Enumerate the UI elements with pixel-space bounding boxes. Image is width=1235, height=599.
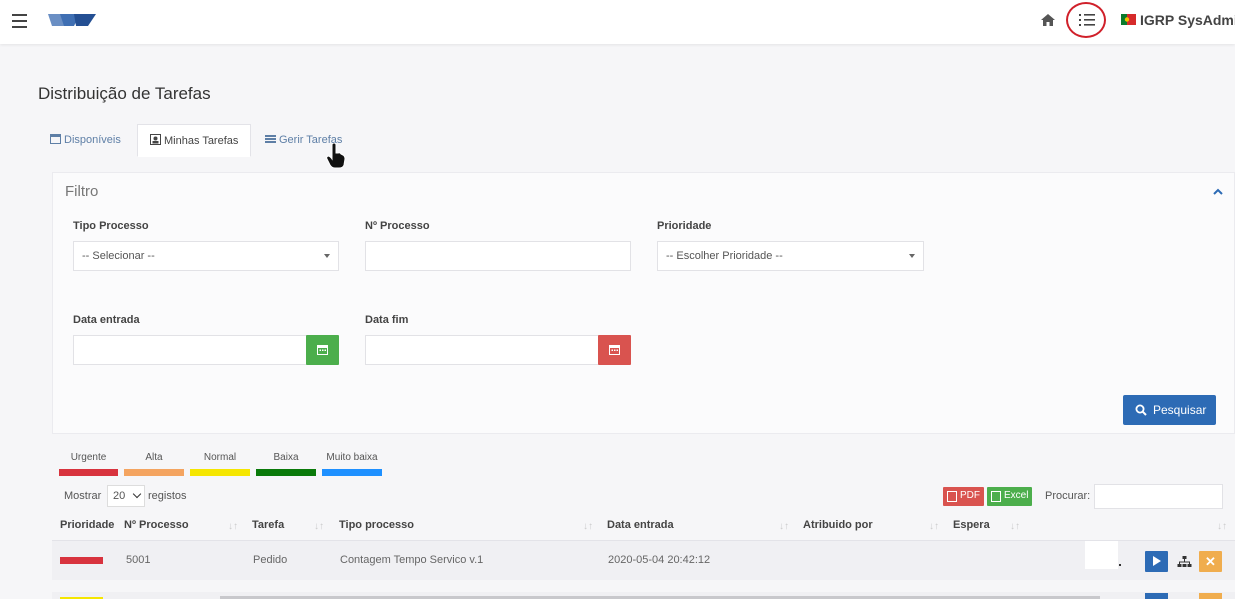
table-search-input[interactable]: [1094, 484, 1223, 509]
sort-icon[interactable]: ↓↑: [779, 521, 789, 532]
list-icon: [265, 135, 276, 143]
remove-task-button[interactable]: ✕: [1199, 551, 1222, 572]
page-title: Distribuição de Tarefas: [38, 84, 211, 103]
cell-numero-processo: 5001: [126, 554, 151, 566]
legend-color-bar: [190, 469, 250, 476]
legend-color-bar: [124, 469, 184, 476]
sort-icon[interactable]: ↓↑: [228, 521, 238, 532]
records-label: registos: [148, 490, 187, 502]
igrp-logo[interactable]: [46, 12, 98, 28]
tab-disponiveis[interactable]: Disponíveis: [38, 124, 133, 157]
data-fim-calendar-button[interactable]: [598, 335, 631, 365]
user-card-icon: [150, 134, 161, 145]
calendar-icon: [609, 345, 620, 355]
table-row-partial: [52, 592, 1235, 599]
sort-icon[interactable]: ↓↑: [929, 521, 939, 532]
filter-panel: Filtro Tipo Processo -- Selecionar -- Nº…: [52, 172, 1235, 434]
search-icon: [1135, 404, 1147, 416]
highlight-circle-annotation: [1066, 2, 1106, 38]
legend-label: Urgente: [70, 452, 107, 463]
legend-urgente: Urgente: [59, 452, 118, 476]
legend-color-bar: [59, 469, 118, 476]
tab-label: Minhas Tarefas: [164, 135, 239, 147]
caret-down-icon: [324, 254, 330, 258]
page-size-select[interactable]: 20: [107, 485, 145, 507]
pesquisar-label: Pesquisar: [1153, 403, 1207, 417]
chevron-down-icon: [132, 489, 142, 499]
show-label: Mostrar: [64, 490, 102, 502]
data-fim-label: Data fim: [365, 314, 409, 326]
calendar-icon: [50, 134, 61, 144]
pesquisar-button[interactable]: Pesquisar: [1123, 395, 1216, 425]
legend-color-bar: [256, 469, 316, 476]
action-cell-background: [1085, 541, 1118, 569]
numero-processo-input[interactable]: [365, 241, 631, 271]
pdf-file-icon: [947, 491, 957, 502]
table-row[interactable]: 5001 Pedido Contagem Tempo Servico v.1 2…: [52, 540, 1235, 580]
priority-bar-urgente: [60, 557, 103, 564]
tab-minhas-tarefas[interactable]: Minhas Tarefas: [137, 124, 252, 157]
remove-task-button[interactable]: [1199, 593, 1222, 599]
legend-label: Baixa: [273, 452, 299, 463]
legend-baixa: Baixa: [256, 452, 316, 476]
sitemap-icon: [1177, 556, 1192, 567]
numero-processo-label: Nº Processo: [365, 220, 430, 232]
column-header-numero-processo[interactable]: Nº Processo: [124, 519, 189, 531]
column-header-tarefa[interactable]: Tarefa: [252, 519, 284, 531]
hamburger-menu-icon[interactable]: [12, 14, 27, 28]
legend-muito-baixa: Muito baixa: [322, 452, 382, 476]
tab-label: Disponíveis: [64, 134, 121, 146]
home-icon[interactable]: [1040, 12, 1056, 28]
top-navbar: IGRP SysAdmin: [0, 0, 1235, 44]
prioridade-label: Prioridade: [657, 220, 712, 232]
export-excel-button[interactable]: Excel: [987, 487, 1032, 506]
portugal-flag-icon: [1121, 14, 1136, 25]
cell-tarefa: Pedido: [253, 554, 288, 566]
legend-label: Normal: [203, 452, 237, 463]
excel-label: Excel: [1004, 490, 1029, 501]
legend-label: Alta: [145, 452, 163, 463]
data-entrada-label: Data entrada: [73, 314, 140, 326]
tipo-processo-select[interactable]: -- Selecionar --: [73, 241, 339, 271]
hand-cursor-icon: [326, 143, 346, 169]
user-menu-name[interactable]: IGRP SysAdmin: [1140, 12, 1235, 28]
sort-icon[interactable]: ↓↑: [1010, 521, 1020, 532]
table-search-label: Procurar:: [1045, 490, 1091, 502]
execute-task-button[interactable]: [1145, 593, 1168, 599]
legend-label: Muito baixa: [326, 452, 378, 463]
pdf-label: PDF: [960, 490, 980, 501]
sort-icon[interactable]: ↓↑: [314, 521, 324, 532]
legend-color-bar: [322, 469, 382, 476]
chevron-up-icon[interactable]: [1211, 187, 1225, 197]
cell-data-entrada: 2020-05-04 20:42:12: [608, 554, 711, 566]
column-header-prioridade[interactable]: Prioridade: [60, 519, 114, 531]
export-pdf-button[interactable]: PDF: [943, 487, 984, 506]
prioridade-value: -- Escolher Prioridade --: [666, 250, 783, 262]
column-header-espera[interactable]: Espera: [953, 519, 990, 531]
data-entrada-input[interactable]: [73, 335, 307, 365]
prioridade-select[interactable]: -- Escolher Prioridade --: [657, 241, 924, 271]
legend-normal: Normal: [190, 452, 250, 476]
column-header-atribuido-por[interactable]: Atribuido por: [803, 519, 873, 531]
filter-title: Filtro: [65, 183, 99, 200]
column-header-tipo-processo[interactable]: Tipo processo: [339, 519, 414, 531]
tipo-processo-label: Tipo Processo: [73, 220, 149, 232]
cell-tipo-processo: Contagem Tempo Servico v.1: [340, 554, 484, 566]
data-fim-input[interactable]: [365, 335, 599, 365]
excel-file-icon: [991, 491, 1001, 502]
sort-icon[interactable]: ↓↑: [583, 521, 593, 532]
page-size-value: 20: [113, 490, 126, 502]
sort-icon[interactable]: ↓↑: [1217, 521, 1227, 532]
calendar-icon: [317, 345, 328, 355]
column-header-data-entrada[interactable]: Data entrada: [607, 519, 674, 531]
data-entrada-calendar-button[interactable]: [306, 335, 339, 365]
legend-alta: Alta: [124, 452, 184, 476]
process-tree-button[interactable]: [1173, 551, 1196, 572]
caret-down-icon: [909, 254, 915, 258]
execute-task-button[interactable]: [1145, 551, 1168, 572]
tipo-processo-value: -- Selecionar --: [82, 250, 155, 262]
dot-marker: [1119, 564, 1121, 566]
